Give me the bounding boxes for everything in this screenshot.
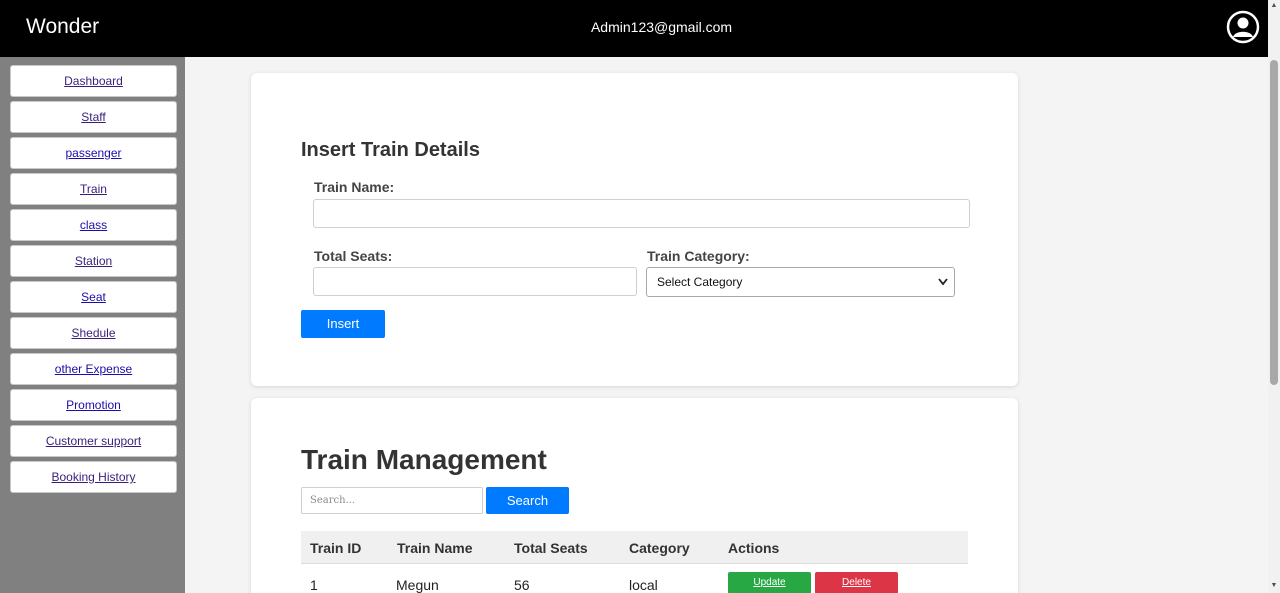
column-header: Actions [728,540,780,556]
insert-train-card: Insert Train Details Train Name: Total S… [251,73,1018,386]
train-name-label: Train Name: [314,179,395,195]
cell-train-name: Megun [396,577,439,593]
table-header-row: Train ID Train Name Total Seats Category… [301,531,968,564]
cell-category: local [629,577,658,593]
sidebar-item-staff[interactable]: Staff [10,101,177,133]
sidebar-link[interactable]: other Expense [55,362,132,376]
column-header: Category [629,540,690,556]
sidebar-link[interactable]: Promotion [66,398,121,412]
sidebar-item-passenger[interactable]: passenger [10,137,177,169]
delete-button[interactable]: Delete [815,572,898,593]
column-header: Train ID [310,540,362,556]
sidebar: Dashboard Staff passenger Train class St… [0,57,185,593]
page-scrollbar[interactable]: ▲ ▼ [1268,0,1280,593]
sidebar-item-customer-support[interactable]: Customer support [10,425,177,457]
sidebar-link[interactable]: class [80,218,107,232]
sidebar-item-seat[interactable]: Seat [10,281,177,313]
train-management-card: Train Management Search... Search Train … [251,398,1018,593]
scroll-down-arrow-icon[interactable]: ▼ [1268,580,1280,592]
top-bar: Wonder Admin123@gmail.com [0,0,1268,57]
scroll-up-arrow-icon[interactable]: ▲ [1268,0,1280,12]
sidebar-link[interactable]: Dashboard [64,74,123,88]
train-management-title: Train Management [301,444,547,475]
sidebar-link[interactable]: Customer support [46,434,141,448]
sidebar-link[interactable]: Shedule [71,326,115,340]
sidebar-link[interactable]: Station [75,254,112,268]
column-header: Total Seats [514,540,588,556]
train-name-input[interactable] [313,199,970,228]
update-button[interactable]: Update [728,572,811,593]
sidebar-item-train[interactable]: Train [10,173,177,205]
sidebar-item-promotion[interactable]: Promotion [10,389,177,421]
sidebar-link[interactable]: passenger [65,146,121,160]
search-input[interactable]: Search... [301,487,483,514]
insert-form-title: Insert Train Details [301,139,480,161]
sidebar-link[interactable]: Staff [81,110,105,124]
total-seats-label: Total Seats: [314,248,393,264]
sidebar-item-class[interactable]: class [10,209,177,241]
train-category-select[interactable]: Select Category [646,267,955,297]
sidebar-item-dashboard[interactable]: Dashboard [10,65,177,97]
user-circle-icon[interactable] [1226,10,1260,44]
scroll-thumb[interactable] [1270,60,1278,385]
sidebar-link[interactable]: Seat [81,290,106,304]
main-content: Insert Train Details Train Name: Total S… [185,57,1268,593]
cell-total-seats: 56 [514,577,530,593]
admin-email: Admin123@gmail.com [590,19,733,35]
train-category-selected: Select Category [657,275,743,289]
cell-train-id: 1 [310,577,318,593]
sidebar-item-other-expense[interactable]: other Expense [10,353,177,385]
chevron-down-icon [938,268,948,308]
sidebar-item-station[interactable]: Station [10,245,177,277]
insert-button[interactable]: Insert [301,310,385,338]
sidebar-item-booking-history[interactable]: Booking History [10,461,177,493]
sidebar-link[interactable]: Booking History [51,470,135,484]
sidebar-item-shedule[interactable]: Shedule [10,317,177,349]
train-category-label: Train Category: [647,248,750,264]
search-button[interactable]: Search [486,487,569,514]
sidebar-link[interactable]: Train [80,182,107,196]
column-header: Train Name [397,540,473,556]
total-seats-input[interactable] [313,267,637,296]
